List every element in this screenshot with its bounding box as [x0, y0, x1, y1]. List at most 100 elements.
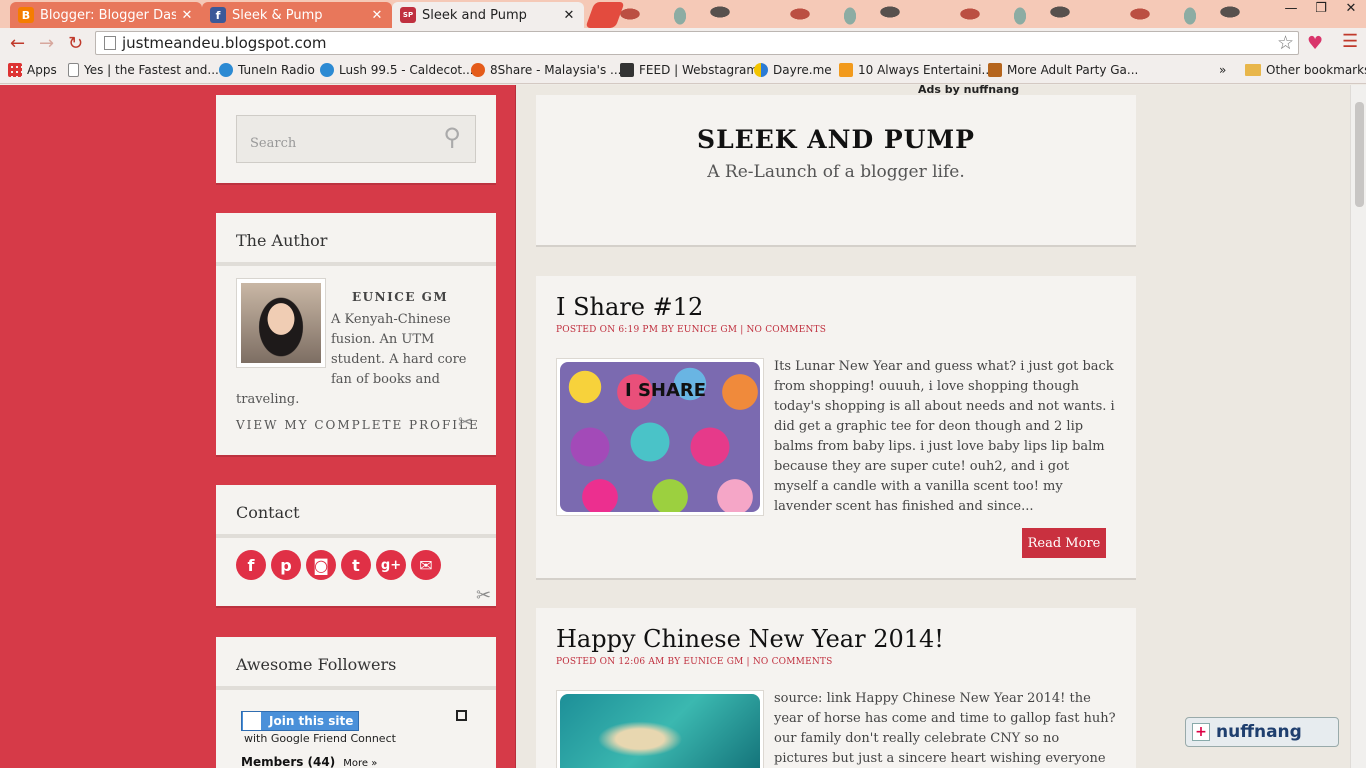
- lush-icon: [320, 63, 334, 77]
- post-card: I Share #12 POSTED ON 6:19 PM BY EUNICE …: [536, 276, 1136, 578]
- bookmark-label: 8Share - Malaysia's ...: [490, 63, 622, 77]
- post-title[interactable]: Happy Chinese New Year 2014!: [556, 625, 944, 653]
- gfc-subtitle: with Google Friend Connect: [244, 732, 396, 745]
- members-label: Members (44): [241, 755, 336, 768]
- post-excerpt: Its Lunar New Year and guess what? i jus…: [774, 359, 1115, 514]
- author-bio-wrap: A Kenyah-Chinese fusion. An UTM student.…: [236, 310, 476, 410]
- bookmark-label: Other bookmarks: [1266, 63, 1366, 77]
- browser-toolbar: ← → ↻ justmeandeu.blogspot.com ☆: [0, 28, 1366, 58]
- post-thumbnail[interactable]: [556, 690, 764, 768]
- more-members-link[interactable]: More »: [343, 758, 377, 768]
- bookmark-label: Dayre.me: [773, 63, 832, 77]
- post-thumbnail[interactable]: I SHARE: [556, 358, 764, 516]
- members-count: Members (44) More »: [241, 755, 377, 768]
- page-scrollbar[interactable]: [1350, 85, 1366, 768]
- bookmark-label: Yes | the Fastest and...: [84, 63, 219, 77]
- edit-tools-icon[interactable]: ✂: [476, 585, 491, 606]
- bookmark-label: FEED | Webstagram: [639, 63, 759, 77]
- dayre-icon: [754, 63, 768, 77]
- social-icons: f p ◙ t g+ ✉: [236, 550, 441, 580]
- author-widget: The Author EUNICE GM A Kenyah-Chinese fu…: [216, 213, 496, 455]
- contact-widget: Contact f p ◙ t g+ ✉ ✂: [216, 485, 496, 606]
- facebook-icon: f: [210, 7, 226, 23]
- close-window-icon[interactable]: ✕: [1336, 0, 1366, 20]
- bookmark-entertaining[interactable]: 10 Always Entertaini...: [839, 63, 993, 77]
- back-icon[interactable]: ←: [3, 33, 32, 54]
- bookmark-lush[interactable]: Lush 99.5 - Caldecot...: [320, 63, 474, 77]
- theme-pattern: [600, 0, 1300, 28]
- post-meta: POSTED ON 6:19 PM BY EUNICE GM | NO COMM…: [556, 325, 827, 335]
- window-controls: — ❐ ✕: [1276, 0, 1366, 20]
- post-meta: POSTED ON 12:06 AM BY EUNICE GM | NO COM…: [556, 657, 833, 667]
- tab-blogger[interactable]: B Blogger: Blogger Dashboa ✕: [10, 2, 202, 28]
- followers-widget: Awesome Followers Join this site with Go…: [216, 637, 496, 768]
- reload-icon[interactable]: ↻: [61, 33, 90, 54]
- plus-icon[interactable]: +: [1192, 723, 1210, 741]
- google-plus-icon[interactable]: g+: [376, 550, 406, 580]
- heart-extension-icon[interactable]: ♥: [1307, 33, 1323, 54]
- join-site-button[interactable]: Join this site: [241, 711, 359, 731]
- ads-strip[interactable]: Ads by nuffnang: [918, 83, 1019, 96]
- bookmark-dayre[interactable]: Dayre.me: [754, 63, 832, 77]
- chevron-right-icon: »: [1219, 63, 1227, 77]
- tab-sleek-and-pump[interactable]: SP Sleek and Pump ✕: [392, 2, 584, 28]
- minimize-icon[interactable]: —: [1276, 0, 1306, 20]
- search-icon[interactable]: ⚲: [443, 123, 461, 151]
- email-icon[interactable]: ✉: [411, 550, 441, 580]
- restore-icon[interactable]: ❐: [1306, 0, 1336, 20]
- bookmark-apps[interactable]: Apps: [8, 63, 57, 77]
- bookmark-label: 10 Always Entertaini...: [858, 63, 993, 77]
- thumbnail-caption: I SHARE: [625, 380, 707, 401]
- view-profile-link[interactable]: VIEW MY COMPLETE PROFILE: [236, 418, 480, 432]
- url-text[interactable]: justmeandeu.blogspot.com: [122, 34, 1277, 52]
- blog-title[interactable]: SLEEK AND PUMP: [536, 125, 1136, 154]
- close-icon[interactable]: ✕: [180, 8, 194, 23]
- apps-grid-icon: [8, 63, 22, 77]
- party-icon: [988, 63, 1002, 77]
- 8share-icon: [471, 63, 485, 77]
- post-excerpt: source: link Happy Chinese New Year 2014…: [774, 691, 1116, 766]
- facebook-icon[interactable]: f: [236, 550, 266, 580]
- page-icon: [104, 36, 116, 50]
- bookmark-label: More Adult Party Ga...: [1007, 63, 1139, 77]
- pinterest-icon[interactable]: p: [271, 550, 301, 580]
- menu-icon[interactable]: ☰: [1342, 31, 1358, 52]
- read-more-button[interactable]: Read More: [1022, 528, 1106, 558]
- bookmark-other[interactable]: Other bookmarks: [1245, 63, 1366, 77]
- blog-header: Ads by nuffnang SLEEK AND PUMP A Re-Laun…: [536, 83, 1136, 245]
- nuffnang-logo: nuffnang: [1216, 722, 1302, 742]
- bookmark-label: TuneIn Radio: [238, 63, 315, 77]
- close-icon[interactable]: ✕: [562, 8, 576, 23]
- bookmark-webstagram[interactable]: FEED | Webstagram: [620, 63, 758, 77]
- folder-icon: [1245, 64, 1261, 76]
- nuffnang-badge[interactable]: + nuffnang: [1185, 717, 1339, 747]
- tab-title: Sleek & Pump: [232, 7, 323, 23]
- tab-title: Blogger: Blogger Dashboa: [40, 7, 176, 23]
- widget-title: The Author: [216, 213, 496, 266]
- entertain-icon: [839, 63, 853, 77]
- address-bar[interactable]: justmeandeu.blogspot.com ☆: [95, 31, 1299, 55]
- bookmark-star-icon[interactable]: ☆: [1277, 32, 1294, 54]
- bookmark-yes[interactable]: Yes | the Fastest and...: [68, 63, 219, 77]
- bookmark-tunein[interactable]: TuneIn Radio: [219, 63, 315, 77]
- bookmarks-overflow[interactable]: »: [1219, 63, 1226, 77]
- post-card: Happy Chinese New Year 2014! POSTED ON 1…: [536, 608, 1136, 768]
- author-name: EUNICE GM: [352, 290, 449, 304]
- edit-tools-icon[interactable]: ✂: [458, 412, 473, 433]
- bookmark-8share[interactable]: 8Share - Malaysia's ...: [471, 63, 621, 77]
- scrollbar-thumb[interactable]: [1355, 102, 1364, 207]
- tumblr-icon[interactable]: t: [341, 550, 371, 580]
- bookmark-party[interactable]: More Adult Party Ga...: [988, 63, 1138, 77]
- popout-icon[interactable]: [456, 710, 467, 721]
- forward-icon[interactable]: →: [32, 33, 61, 54]
- blog-description: A Re-Launch of a blogger life.: [707, 162, 965, 182]
- widget-title: Awesome Followers: [216, 637, 496, 690]
- close-icon[interactable]: ✕: [370, 8, 384, 23]
- blog-favicon: SP: [400, 7, 416, 23]
- search-placeholder: Search: [250, 136, 297, 151]
- search-input[interactable]: Search ⚲: [236, 115, 476, 163]
- tab-sleek-pump-facebook[interactable]: f Sleek & Pump ✕: [202, 2, 392, 28]
- post-title[interactable]: I Share #12: [556, 293, 703, 321]
- search-widget: Search ⚲: [216, 95, 496, 183]
- instagram-icon[interactable]: ◙: [306, 550, 336, 580]
